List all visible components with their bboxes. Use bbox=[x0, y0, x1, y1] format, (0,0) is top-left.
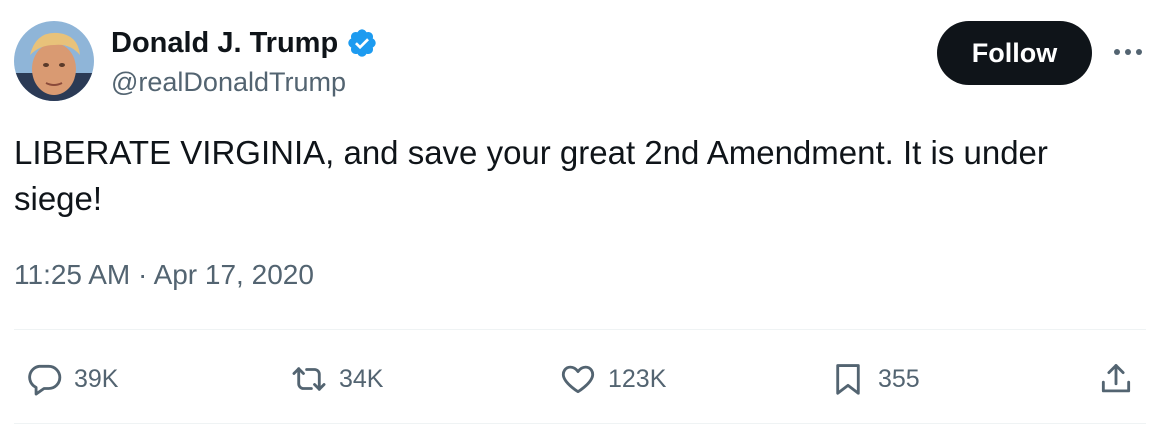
retweet-icon bbox=[287, 358, 331, 400]
avatar[interactable] bbox=[14, 21, 94, 101]
author-name[interactable]: Donald J. Trump bbox=[111, 26, 338, 60]
tweet-text: LIBERATE VIRGINIA, and save your great 2… bbox=[14, 134, 1048, 217]
like-count: 123K bbox=[608, 364, 667, 393]
divider bbox=[14, 329, 1146, 330]
like-button[interactable]: 123K bbox=[556, 358, 666, 400]
share-button[interactable] bbox=[1094, 358, 1138, 400]
follow-button[interactable]: Follow bbox=[937, 21, 1092, 85]
reply-button[interactable]: 39K bbox=[22, 358, 118, 400]
bookmark-button[interactable]: 355 bbox=[826, 358, 920, 400]
divider bbox=[14, 423, 1146, 424]
share-icon bbox=[1094, 358, 1138, 400]
bookmark-icon bbox=[826, 358, 870, 400]
author-handle[interactable]: @realDonaldTrump bbox=[111, 65, 346, 99]
heart-icon bbox=[556, 358, 600, 400]
tweet-timestamp[interactable]: 11:25 AM · Apr 17, 2020 bbox=[14, 258, 314, 292]
reply-icon bbox=[22, 358, 66, 400]
author-name-row[interactable]: Donald J. Trump bbox=[111, 26, 378, 60]
bookmark-count: 355 bbox=[878, 364, 920, 393]
retweet-count: 34K bbox=[339, 364, 384, 393]
more-options-button[interactable] bbox=[1108, 36, 1148, 68]
avatar-image bbox=[14, 21, 94, 101]
verified-badge-icon bbox=[346, 27, 378, 59]
reply-count: 39K bbox=[74, 364, 119, 393]
more-horizontal-icon bbox=[1114, 49, 1142, 55]
retweet-button[interactable]: 34K bbox=[287, 358, 383, 400]
